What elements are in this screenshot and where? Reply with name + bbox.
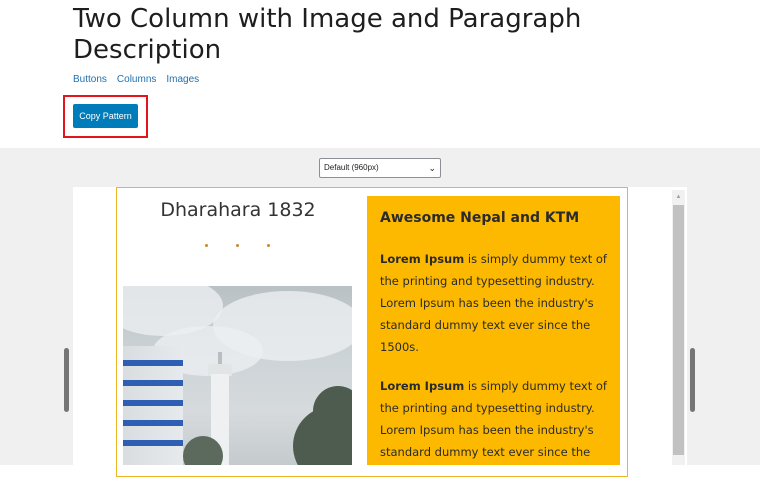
paragraph-1: Lorem Ipsum is simply dummy text of the … (380, 248, 612, 358)
separator-dot (236, 244, 239, 247)
building-shape (123, 346, 183, 465)
left-column-title: Dharahara 1832 (160, 199, 316, 221)
tag-columns[interactable]: Columns (117, 74, 156, 86)
pattern-header: Two Column with Image and Paragraph Desc… (0, 0, 760, 148)
scrollbar-thumb[interactable] (673, 205, 684, 455)
resize-handle-left[interactable] (64, 348, 69, 412)
right-column-heading: Awesome Nepal and KTM (380, 210, 580, 226)
pattern-tags: Buttons Columns Images (73, 74, 199, 86)
viewport-select[interactable]: Default (960px) ⌄ (319, 158, 441, 178)
chevron-down-icon: ⌄ (428, 163, 436, 173)
arrow-up-icon[interactable]: ▲ (672, 190, 685, 204)
viewport-select-value: Default (960px) (324, 163, 379, 172)
separator-dot (267, 244, 270, 247)
dharahara-image (123, 286, 352, 465)
paragraph-2-bold: Lorem Ipsum (380, 379, 465, 393)
tag-buttons[interactable]: Buttons (73, 74, 107, 86)
separator-dot (205, 244, 208, 247)
paragraph-2: Lorem Ipsum is simply dummy text of the … (380, 375, 612, 463)
page-title: Two Column with Image and Paragraph Desc… (73, 4, 582, 65)
resize-handle-right[interactable] (690, 348, 695, 412)
copy-pattern-button[interactable]: Copy Pattern (73, 104, 138, 128)
paragraph-1-bold: Lorem Ipsum (380, 252, 465, 266)
tag-images[interactable]: Images (166, 74, 199, 86)
separator-dots (205, 244, 270, 247)
paragraph-1-text: is simply dummy text of the printing and… (380, 252, 607, 354)
